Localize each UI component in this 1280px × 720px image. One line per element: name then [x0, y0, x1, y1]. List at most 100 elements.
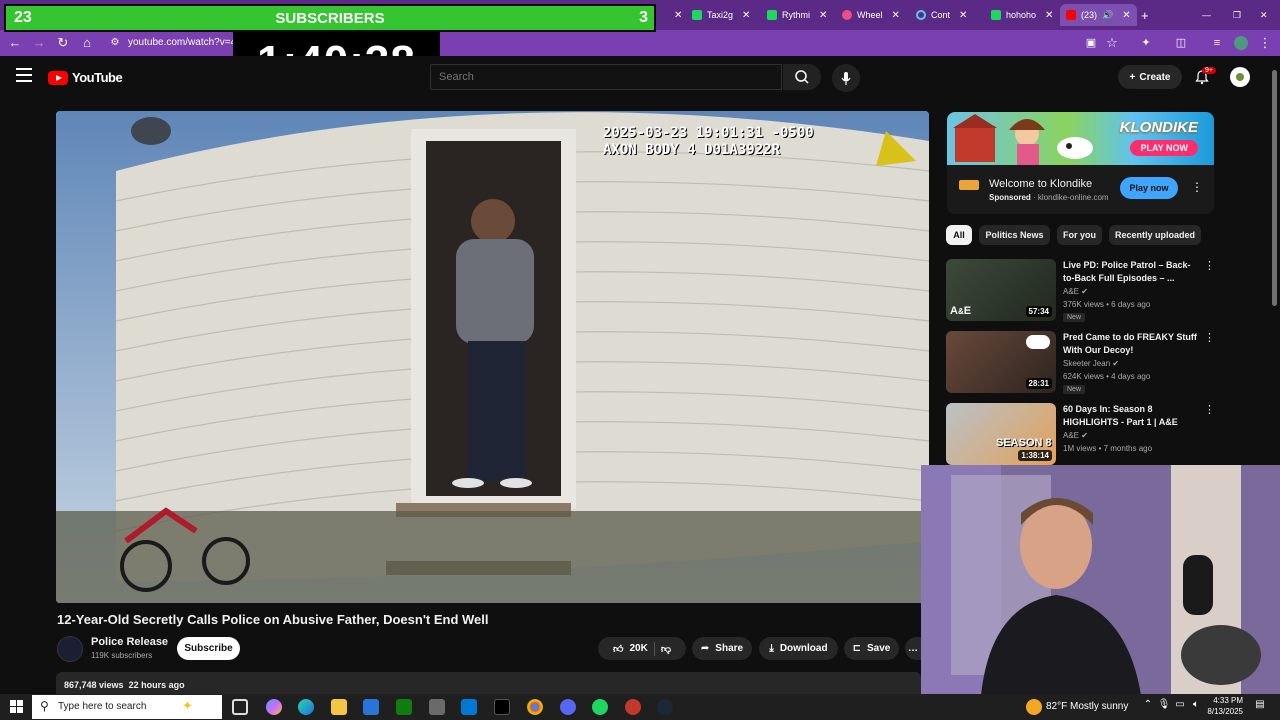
spotify-icon[interactable]: [592, 699, 608, 715]
ad-banner-image[interactable]: KLONDIKE PLAY NOW: [947, 112, 1214, 165]
close-icon[interactable]: ✕: [1045, 10, 1053, 21]
recommended-title[interactable]: Pred Came to do FREAKY Stuff With Our De…: [1063, 331, 1198, 357]
chip-recently-uploaded[interactable]: Recently uploaded: [1109, 225, 1201, 245]
search-box[interactable]: [430, 64, 782, 90]
microphone-icon[interactable]: 🎙︎: [1156, 699, 1172, 715]
description-box[interactable]: [56, 672, 921, 694]
steam-icon[interactable]: [657, 699, 673, 715]
account-avatar[interactable]: [1230, 67, 1250, 87]
app-icon[interactable]: [429, 699, 445, 715]
share-button[interactable]: ➦ Share: [692, 637, 752, 660]
chrome-icon[interactable]: [527, 699, 543, 715]
tab-cont[interactable]: Cont ✕: [910, 4, 973, 26]
task-view-icon[interactable]: [232, 699, 248, 715]
channel-name[interactable]: Police Release: [91, 636, 168, 648]
minimize-button[interactable]: —: [1196, 4, 1217, 26]
channel-avatar[interactable]: [57, 636, 83, 662]
create-button[interactable]: + Create: [1118, 65, 1182, 89]
recommended-title[interactable]: Live PD: Police Patrol – Back-to-Back Fu…: [1063, 259, 1198, 285]
scrollbar-thumb[interactable]: [1272, 70, 1277, 306]
more-vert-icon[interactable]: ⋮: [1204, 403, 1215, 416]
tab-wheel[interactable]: Wheel ✕: [836, 4, 906, 26]
tab-hohoho[interactable]: hohoho ✕: [985, 4, 1059, 26]
file-explorer-icon[interactable]: [331, 699, 347, 715]
volume-icon[interactable]: 🔈︎: [1188, 699, 1204, 715]
ad-play-now-button[interactable]: Play now: [1120, 177, 1178, 199]
tab-close-prev[interactable]: ✕: [664, 4, 688, 26]
back-icon[interactable]: ←: [6, 34, 24, 52]
profile-avatar[interactable]: [1232, 34, 1250, 52]
close-icon[interactable]: ✕: [892, 10, 900, 21]
reload-icon[interactable]: ↻: [54, 34, 72, 52]
search-input[interactable]: [439, 71, 739, 83]
video-thumbnail[interactable]: 28:31: [946, 331, 1056, 393]
voice-search-button[interactable]: [832, 64, 860, 92]
tab-taxi[interactable]: Taxi2g ✕: [686, 4, 756, 26]
more-vert-icon[interactable]: ⋮: [1204, 331, 1215, 344]
tab-youtube[interactable]: (23) 🔊 ✕: [1060, 4, 1137, 26]
edge-icon[interactable]: [298, 699, 314, 715]
maximize-button[interactable]: ❐: [1227, 4, 1247, 26]
microsoft-store-icon[interactable]: [363, 699, 379, 715]
menu-icon[interactable]: ⋮: [1256, 34, 1274, 52]
split-view-icon[interactable]: ◫: [1172, 34, 1190, 52]
hamburger-menu-icon[interactable]: [16, 68, 32, 82]
install-icon[interactable]: ▣: [1082, 34, 1100, 52]
speaker-icon[interactable]: 🔊: [1102, 10, 1113, 21]
chip-for-you[interactable]: For you: [1057, 225, 1102, 245]
video-thumbnail[interactable]: A&E 57:34: [946, 259, 1056, 321]
recommended-video[interactable]: A&E 57:34 Live PD: Police Patrol – Back-…: [946, 259, 1216, 323]
more-vert-icon[interactable]: ⋮: [1204, 259, 1215, 272]
forward-icon[interactable]: →: [30, 34, 48, 52]
recommended-video[interactable]: 28:31 Pred Came to do FREAKY Stuff With …: [946, 331, 1216, 395]
tiktok-icon[interactable]: [494, 699, 510, 715]
home-icon[interactable]: ⌂: [78, 34, 96, 52]
chevron-up-icon[interactable]: ⌃: [1140, 699, 1156, 715]
weather-text[interactable]: 82°F Mostly sunny: [1046, 701, 1128, 712]
weather-icon[interactable]: [1026, 699, 1042, 715]
url-field[interactable]: youtube.com/watch?v=4Y: [128, 37, 243, 48]
close-icon[interactable]: ✕: [742, 10, 750, 21]
copilot-icon[interactable]: [266, 699, 282, 715]
extensions-icon[interactable]: ✦: [1137, 34, 1155, 52]
recommended-channel[interactable]: A&E ✔: [1063, 431, 1088, 440]
close-icon[interactable]: ✕: [819, 10, 827, 21]
clock-time[interactable]: 4:33 PM: [1209, 696, 1243, 705]
dislike-button[interactable]: 👎︎: [661, 643, 671, 655]
page-scrollbar[interactable]: [1270, 60, 1278, 310]
recommended-title[interactable]: 60 Days In: Season 8 HIGHLIGHTS - Part 1…: [1063, 403, 1198, 429]
subscribe-button[interactable]: Subscribe: [177, 637, 240, 660]
more-vert-icon[interactable]: ⋮: [1191, 180, 1203, 194]
close-icon[interactable]: ✕: [1122, 10, 1130, 21]
chip-politics-news[interactable]: Politics News: [979, 225, 1050, 245]
xbox-icon[interactable]: [396, 699, 412, 715]
reading-list-icon[interactable]: ≡: [1208, 34, 1226, 52]
search-button[interactable]: [783, 64, 821, 90]
clock-date[interactable]: 8/13/2025: [1203, 707, 1243, 716]
outlook-icon[interactable]: [461, 699, 477, 715]
new-tab-button[interactable]: +: [1135, 4, 1155, 26]
chip-all[interactable]: All: [946, 225, 972, 245]
download-button[interactable]: ⤓ Download: [759, 637, 838, 660]
video-thumbnail[interactable]: SEASON 8 1:38:14: [946, 403, 1056, 465]
window-close-button[interactable]: ✕: [1254, 4, 1274, 26]
sponsored-ad-card[interactable]: KLONDIKE PLAY NOW Welcome to Klondike Sp…: [947, 112, 1214, 214]
more-actions-button[interactable]: …: [905, 637, 921, 660]
site-info-icon[interactable]: ⚙: [106, 34, 124, 52]
bookmark-star-icon[interactable]: ☆: [1103, 34, 1121, 52]
windows-start-icon[interactable]: [10, 700, 23, 713]
video-player[interactable]: 2025-03-23 19:01:31 -0500 AXON BODY 4 D0…: [56, 111, 929, 603]
app-icon[interactable]: [625, 699, 641, 715]
tab-rythmi[interactable]: Rythmi ✕: [761, 4, 833, 26]
ad-banner-cta[interactable]: PLAY NOW: [1130, 140, 1198, 156]
network-icon[interactable]: ▭: [1172, 699, 1188, 715]
save-button[interactable]: ⊏ Save: [844, 637, 899, 660]
close-icon[interactable]: ✕: [959, 10, 967, 21]
discord-icon[interactable]: [560, 699, 576, 715]
ad-title[interactable]: Welcome to Klondike: [989, 178, 1092, 190]
recommended-video[interactable]: SEASON 8 1:38:14 60 Days In: Season 8 HI…: [946, 403, 1216, 467]
recommended-channel[interactable]: Skeeter Jean ✔: [1063, 359, 1119, 368]
like-button[interactable]: 👍︎ 20K: [613, 643, 648, 655]
youtube-logo[interactable]: YouTube: [48, 70, 123, 85]
notification-center-icon[interactable]: ▤: [1252, 699, 1268, 715]
